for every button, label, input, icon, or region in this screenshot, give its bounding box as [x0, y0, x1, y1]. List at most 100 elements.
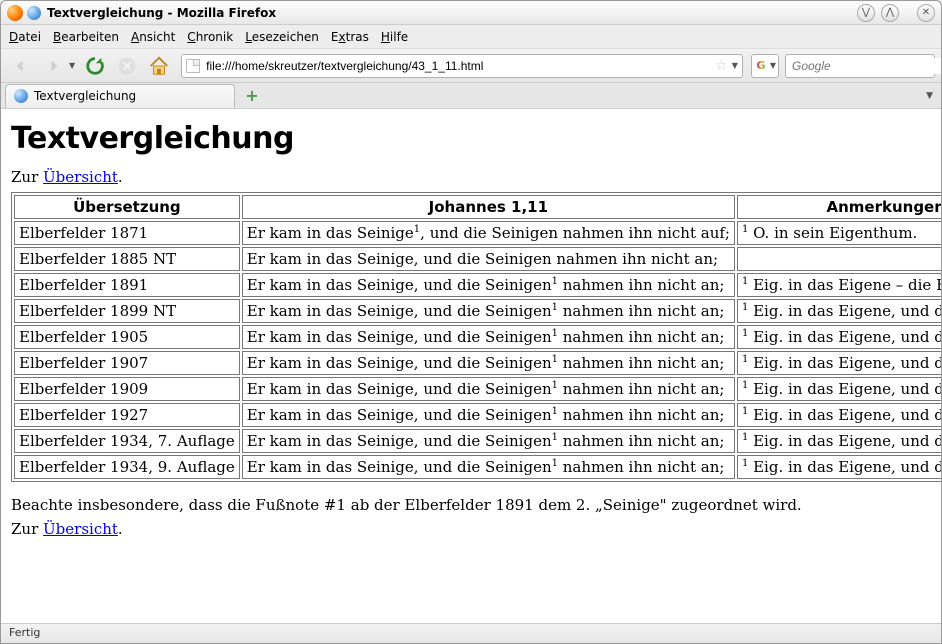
- footnote-marker: 1: [742, 380, 748, 391]
- table-row: Elberfelder 1934, 7. AuflageEr kam in da…: [14, 429, 941, 453]
- back-button[interactable]: [7, 52, 35, 80]
- cell-translation: Elberfelder 1907: [14, 351, 240, 375]
- footnote-marker: 1: [742, 328, 748, 339]
- tab-list-dropdown-icon[interactable]: ▼: [926, 91, 933, 101]
- cell-note: 1 Eig. in das Eigene, und die Eigenen.: [737, 429, 941, 453]
- cell-note: 1 Eig. in das Eigene, und die Eigenen.: [737, 403, 941, 427]
- cell-translation: Elberfelder 1934, 9. Auflage: [14, 455, 240, 479]
- search-engine-selector[interactable]: G ▼: [751, 54, 779, 78]
- tab-active[interactable]: Textvergleichung: [5, 84, 235, 108]
- firefox-icon: [7, 5, 23, 21]
- footnote-marker: 1: [414, 224, 420, 235]
- cell-note: [737, 247, 941, 271]
- history-dropdown-icon[interactable]: ▼: [69, 61, 75, 70]
- footnote-marker: 1: [742, 354, 748, 365]
- table-row: Elberfelder 1871Er kam in das Seinige1, …: [14, 221, 941, 245]
- status-text: Fertig: [9, 626, 40, 639]
- cell-note: 1 Eig. in das Eigene – die Eigenen.: [737, 273, 941, 297]
- forward-button[interactable]: [39, 52, 67, 80]
- footnote-marker: 1: [742, 458, 748, 469]
- browser-window: Textvergleichung - Mozilla Firefox ⋁ ⋀ ✕…: [0, 0, 942, 644]
- cell-verse: Er kam in das Seinige, und die Seinigen1…: [242, 377, 735, 401]
- cell-note: 1 Eig. in das Eigene, und die Eigenen.: [737, 351, 941, 375]
- cell-verse: Er kam in das Seinige, und die Seinigen1…: [242, 351, 735, 375]
- bookmark-star-icon[interactable]: ☆: [715, 58, 728, 74]
- menu-history[interactable]: Chronik: [187, 30, 233, 44]
- cell-note: 1 Eig. in das Eigene, und die Eigenen.: [737, 455, 941, 479]
- cell-translation: Elberfelder 1871: [14, 221, 240, 245]
- cell-verse: Er kam in das Seinige, und die Seinigen1…: [242, 403, 735, 427]
- bottom-suffix: .: [118, 520, 123, 538]
- menu-help[interactable]: Hilfe: [381, 30, 408, 44]
- url-input[interactable]: [204, 58, 713, 74]
- tab-favicon-icon: [14, 89, 28, 103]
- url-dropdown-icon[interactable]: ▼: [732, 61, 738, 70]
- cell-verse: Er kam in das Seinige, und die Seinigen1…: [242, 455, 735, 479]
- menu-view[interactable]: Ansicht: [131, 30, 175, 44]
- menu-file[interactable]: Datei: [9, 30, 41, 44]
- footnote-note: Beachte insbesondere, dass die Fußnote #…: [11, 496, 931, 514]
- cell-translation: Elberfelder 1909: [14, 377, 240, 401]
- page-content: Textvergleichung Zur Übersicht. Übersetz…: [1, 109, 941, 623]
- globe-icon: [27, 6, 41, 20]
- col-header-notes: Anmerkungen: [737, 195, 941, 219]
- minimize-button[interactable]: ⋁: [857, 4, 875, 22]
- cell-translation: Elberfelder 1891: [14, 273, 240, 297]
- col-header-translation: Übersetzung: [14, 195, 240, 219]
- new-tab-button[interactable]: +: [241, 86, 263, 106]
- url-bar[interactable]: ☆ ▼: [181, 54, 743, 78]
- close-button[interactable]: ✕: [917, 4, 935, 22]
- search-box[interactable]: 🔍: [785, 54, 935, 78]
- search-input[interactable]: [790, 58, 942, 74]
- page-title: Textvergleichung: [11, 121, 931, 156]
- tab-label: Textvergleichung: [34, 89, 136, 103]
- cell-translation: Elberfelder 1934, 7. Auflage: [14, 429, 240, 453]
- cell-note: 1 Eig. in das Eigene, und die Eigenen.: [737, 299, 941, 323]
- table-row: Elberfelder 1885 NTEr kam in das Seinige…: [14, 247, 941, 271]
- search-engine-dropdown-icon: ▼: [770, 61, 776, 70]
- table-row: Elberfelder 1934, 9. AuflageEr kam in da…: [14, 455, 941, 479]
- footnote-marker: 1: [552, 354, 558, 365]
- footnote-marker: 1: [552, 380, 558, 391]
- cell-translation: Elberfelder 1927: [14, 403, 240, 427]
- comparison-table: Übersetzung Johannes 1,11 Anmerkungen El…: [11, 192, 941, 482]
- cell-verse: Er kam in das Seinige, und die Seinigen1…: [242, 299, 735, 323]
- window-title: Textvergleichung - Mozilla Firefox: [47, 6, 276, 20]
- footnote-marker: 1: [742, 406, 748, 417]
- footnote-marker: 1: [742, 224, 748, 235]
- stop-button[interactable]: [113, 52, 141, 80]
- menubar: Datei Bearbeiten Ansicht Chronik Lesezei…: [1, 25, 941, 49]
- cell-note: 1 O. in sein Eigenthum.: [737, 221, 941, 245]
- col-header-verse: Johannes 1,11: [242, 195, 735, 219]
- cell-translation: Elberfelder 1905: [14, 325, 240, 349]
- cell-verse: Er kam in das Seinige, und die Seinigen1…: [242, 429, 735, 453]
- top-nav-line: Zur Übersicht.: [11, 168, 931, 186]
- cell-note: 1 Eig. in das Eigene, und die Eigenen.: [737, 325, 941, 349]
- menu-tools[interactable]: Extras: [331, 30, 369, 44]
- footnote-marker: 1: [552, 328, 558, 339]
- cell-verse: Er kam in das Seinige1, und die Seinigen…: [242, 221, 735, 245]
- cell-note: 1 Eig. in das Eigene, und die Eigenen.: [737, 377, 941, 401]
- top-suffix: .: [118, 168, 123, 186]
- top-prefix: Zur: [11, 168, 43, 186]
- home-button[interactable]: [145, 52, 173, 80]
- menu-edit[interactable]: Bearbeiten: [53, 30, 119, 44]
- cell-verse: Er kam in das Seinige, und die Seinigen1…: [242, 325, 735, 349]
- table-row: Elberfelder 1927Er kam in das Seinige, u…: [14, 403, 941, 427]
- table-row: Elberfelder 1909Er kam in das Seinige, u…: [14, 377, 941, 401]
- table-header-row: Übersetzung Johannes 1,11 Anmerkungen: [14, 195, 941, 219]
- menu-bookmarks[interactable]: Lesezeichen: [245, 30, 319, 44]
- page-icon: [186, 59, 200, 73]
- footnote-marker: 1: [552, 406, 558, 417]
- bottom-prefix: Zur: [11, 520, 43, 538]
- overview-link-top[interactable]: Übersicht: [43, 168, 118, 186]
- table-row: Elberfelder 1907Er kam in das Seinige, u…: [14, 351, 941, 375]
- tabbar: Textvergleichung + ▼: [1, 83, 941, 109]
- titlebar: Textvergleichung - Mozilla Firefox ⋁ ⋀ ✕: [1, 1, 941, 25]
- cell-verse: Er kam in das Seinige, und die Seinigen1…: [242, 273, 735, 297]
- footnote-marker: 1: [552, 276, 558, 287]
- reload-button[interactable]: [81, 52, 109, 80]
- table-row: Elberfelder 1891Er kam in das Seinige, u…: [14, 273, 941, 297]
- overview-link-bottom[interactable]: Übersicht: [43, 520, 118, 538]
- maximize-button[interactable]: ⋀: [881, 4, 899, 22]
